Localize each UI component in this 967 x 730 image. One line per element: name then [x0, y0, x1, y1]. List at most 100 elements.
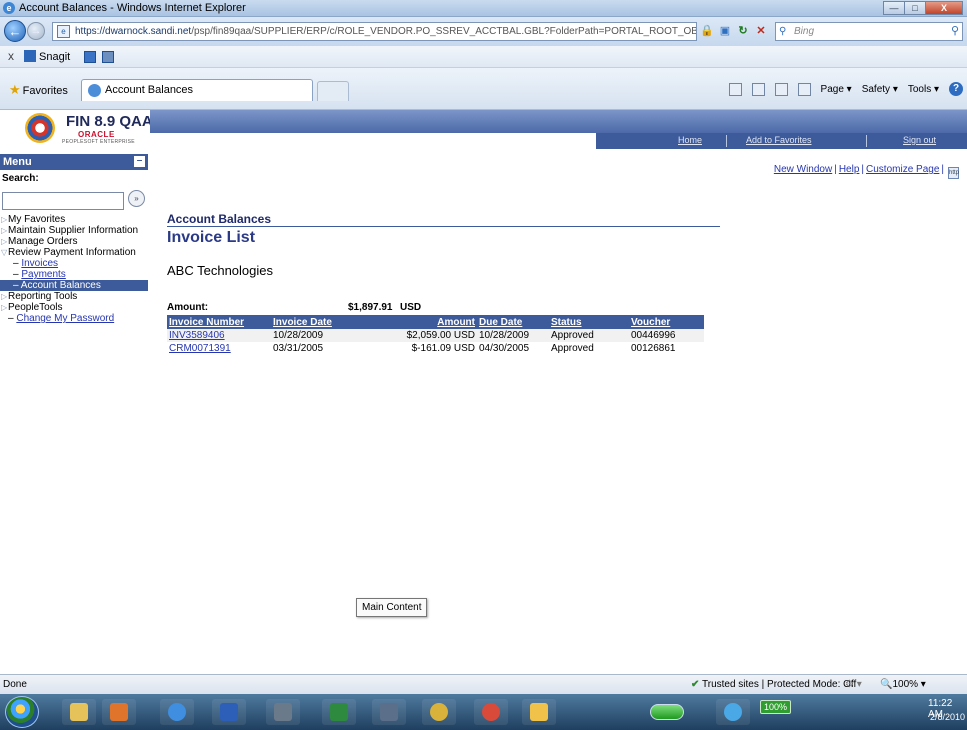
- compatibility-view-icon[interactable]: ▣: [717, 23, 733, 39]
- menu-item-invoices[interactable]: – Invoices: [0, 258, 148, 269]
- menu-item-review-payment-information[interactable]: ▽ Review Payment Information: [0, 247, 148, 258]
- taskbar-excel[interactable]: [322, 699, 356, 725]
- mail-icon[interactable]: [774, 82, 788, 96]
- taskbar-app-notes[interactable]: [372, 699, 406, 725]
- menu-item-maintain-supplier-information[interactable]: ▷ Maintain Supplier Information: [0, 225, 140, 236]
- close-toolbar-button[interactable]: x: [8, 49, 14, 63]
- sign-out-link[interactable]: Sign out: [903, 135, 936, 145]
- menu-item-change-my-password[interactable]: – Change My Password: [0, 313, 148, 324]
- help-icon[interactable]: ?: [949, 82, 963, 96]
- favorites-button[interactable]: ★ Favorites: [9, 82, 68, 98]
- forward-button[interactable]: →: [27, 22, 45, 40]
- page-menu[interactable]: Page ▾: [821, 84, 852, 95]
- folder-arrow-icon: ▷: [1, 303, 8, 312]
- search-input[interactable]: ⚲ Bing ⚲: [775, 22, 963, 41]
- window-controls: — □ X: [883, 1, 963, 16]
- column-header-invoice-date[interactable]: Invoice Date: [271, 315, 351, 329]
- taskbar-messenger[interactable]: [422, 699, 456, 725]
- status-bar: Done ✔ Trusted sites | Protected Mode: O…: [0, 674, 967, 694]
- snagit-editor-icon[interactable]: [102, 51, 114, 63]
- word-icon: [220, 703, 238, 721]
- close-window-button[interactable]: X: [925, 1, 963, 15]
- new-tab-button[interactable]: [317, 81, 349, 101]
- clock-date[interactable]: 2/8/2010: [930, 712, 965, 722]
- snagit-capture-icon[interactable]: [84, 51, 96, 63]
- invoice-date-cell: 03/31/2005: [271, 342, 351, 355]
- taskbar-app-orange[interactable]: [102, 699, 136, 725]
- column-header-status[interactable]: Status: [549, 315, 629, 329]
- add-to-favorites-link[interactable]: Add to Favorites: [746, 135, 812, 145]
- taskbar-explorer[interactable]: [62, 699, 96, 725]
- enterprise-label: PEOPLESOFT ENTERPRISE: [62, 139, 135, 145]
- app-icon: [110, 703, 128, 721]
- lock-icon[interactable]: 🔒: [699, 23, 715, 39]
- start-button[interactable]: [5, 696, 39, 728]
- menu-item-reporting-tools[interactable]: ▷ Reporting Tools: [0, 291, 148, 302]
- help-link[interactable]: Help: [839, 164, 860, 175]
- taskbar-app-arrow[interactable]: [266, 699, 300, 725]
- tab-account-balances[interactable]: Account Balances: [81, 79, 313, 101]
- zoom-level: 100%: [892, 679, 919, 690]
- menu-item-label: My Favorites: [8, 214, 66, 225]
- ie-icon: [168, 703, 186, 721]
- invoice-number-cell: INV3589406: [167, 329, 271, 342]
- invoice-link[interactable]: CRM0071391: [169, 343, 231, 354]
- safety-menu[interactable]: Safety ▾: [862, 84, 898, 95]
- toolbar-snagit: x Snagit: [0, 46, 967, 68]
- taskbar: 100% 11:22 AM 2/8/2010: [0, 694, 967, 730]
- menu-item-account-balances[interactable]: – Account Balances: [0, 280, 148, 291]
- taskbar-ie[interactable]: [160, 699, 194, 725]
- due-date-cell: 10/28/2009: [477, 329, 549, 342]
- maximize-button[interactable]: □: [904, 1, 926, 15]
- refresh-icon[interactable]: ↻: [735, 23, 751, 39]
- amount-value: $1,897.91: [348, 302, 393, 313]
- security-zone[interactable]: ✔ Trusted sites | Protected Mode: Off: [691, 679, 856, 690]
- feeds-icon[interactable]: [751, 82, 765, 96]
- nav-divider: [866, 135, 867, 147]
- column-header-voucher[interactable]: Voucher: [629, 315, 704, 329]
- url-input[interactable]: e https://dwarnock.sandi.net/psp/fin89qa…: [52, 22, 697, 41]
- taskbar-app-yellow[interactable]: [522, 699, 556, 725]
- security-zone-label: Trusted sites | Protected Mode: Off: [702, 679, 857, 690]
- taskbar-app-globe[interactable]: [716, 699, 750, 725]
- menu-item-label[interactable]: Payments: [21, 269, 65, 280]
- menu-item-payments[interactable]: – Payments: [0, 269, 148, 280]
- invoice-date-cell: 10/28/2009: [271, 329, 351, 342]
- url-tools: 🔒 ▣ ↻ ✕: [699, 23, 769, 39]
- search-icon[interactable]: ⚲: [951, 23, 959, 40]
- battery-indicator[interactable]: 100%: [760, 700, 792, 714]
- menu-item-manage-orders[interactable]: ▷ Manage Orders: [0, 236, 148, 247]
- menu-search-input[interactable]: [2, 192, 124, 210]
- menu-item-peopletools[interactable]: ▷ PeopleTools: [0, 302, 148, 313]
- taskbar-chrome[interactable]: [474, 699, 508, 725]
- column-header-due-date[interactable]: Due Date: [477, 315, 549, 329]
- http-icon[interactable]: http: [948, 167, 959, 179]
- url-host: https://dwarnock.sandi.net: [75, 26, 192, 37]
- voucher-cell: 00446996: [629, 329, 704, 342]
- print-icon[interactable]: [797, 82, 811, 96]
- column-header-amount[interactable]: Amount: [351, 315, 477, 329]
- menu-search-go-button[interactable]: »: [128, 190, 145, 207]
- stop-icon[interactable]: ✕: [753, 23, 769, 39]
- network-status-icon[interactable]: [650, 704, 684, 720]
- menu-item-label[interactable]: Invoices: [21, 258, 58, 269]
- popup-blocker-icon[interactable]: ⚙ ▾: [845, 679, 862, 690]
- search-placeholder: Bing: [794, 26, 815, 37]
- new-window-link[interactable]: New Window: [774, 164, 832, 175]
- customize-page-link[interactable]: Customize Page: [866, 164, 939, 175]
- home-link[interactable]: Home: [678, 135, 702, 145]
- column-header-invoice-number[interactable]: Invoice Number: [167, 315, 271, 329]
- collapse-menu-icon[interactable]: –: [134, 156, 145, 167]
- snagit-button[interactable]: Snagit: [24, 50, 70, 63]
- home-icon[interactable]: [728, 82, 742, 96]
- back-button[interactable]: ←: [4, 20, 26, 42]
- zoom-control[interactable]: 🔍100% ▾: [880, 679, 926, 690]
- invoice-link[interactable]: INV3589406: [169, 330, 225, 341]
- menu-item-label[interactable]: Change My Password: [16, 313, 114, 324]
- folder-arrow-icon: ▷: [1, 215, 8, 224]
- menu-item-my-favorites[interactable]: ▷ My Favorites: [0, 214, 148, 225]
- minimize-button[interactable]: —: [883, 1, 905, 15]
- tools-menu[interactable]: Tools ▾: [908, 84, 939, 95]
- excel-icon: [330, 703, 348, 721]
- taskbar-word[interactable]: [212, 699, 246, 725]
